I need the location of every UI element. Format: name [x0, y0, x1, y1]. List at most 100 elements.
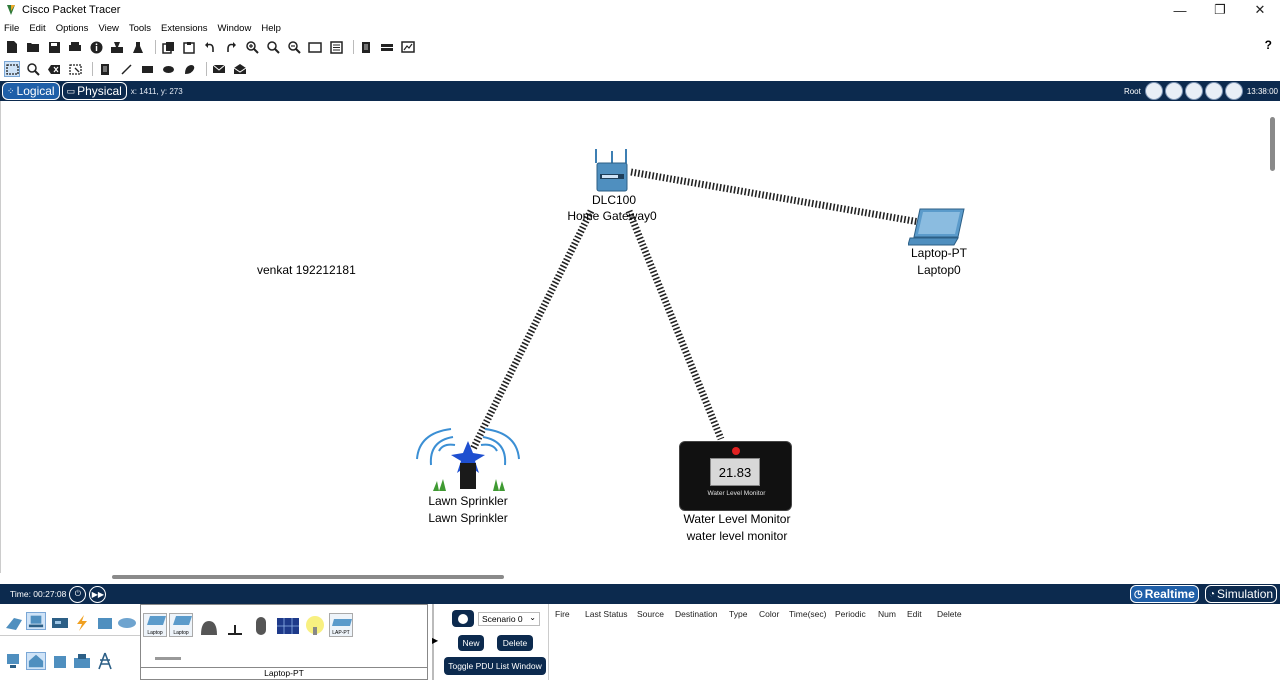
tab-simulation[interactable]: ◔ Simulation	[1205, 585, 1278, 603]
new-file-icon[interactable]	[4, 39, 20, 55]
new-scenario-button[interactable]: New	[458, 635, 484, 651]
cluster-icon[interactable]	[1164, 82, 1183, 100]
inspect-icon[interactable]	[25, 61, 41, 77]
power-cycle-icon[interactable]: ⏻	[69, 585, 87, 603]
undo-icon[interactable]	[202, 39, 218, 55]
smart-city-icon[interactable]	[50, 652, 70, 670]
zoom-in-icon[interactable]	[244, 39, 260, 55]
activity-wizard-icon[interactable]	[109, 39, 125, 55]
scenario-select[interactable]: Scenario 0 ⌄	[478, 612, 540, 626]
home-subcategory-icon[interactable]	[26, 652, 46, 670]
column-edit[interactable]: Edit	[907, 609, 922, 619]
column-color[interactable]: Color	[759, 609, 779, 619]
solar-panel-icon[interactable]	[276, 617, 300, 635]
menu-view[interactable]: View	[98, 23, 118, 34]
column-periodic[interactable]: Periodic	[835, 609, 866, 619]
laptop-device-thumb-2[interactable]: Laptop	[169, 613, 193, 637]
info-icon[interactable]	[88, 39, 104, 55]
back-icon[interactable]	[1144, 82, 1163, 100]
minimize-button[interactable]: —	[1160, 0, 1200, 20]
screenshot-icon[interactable]	[400, 39, 416, 55]
simple-pdu-icon[interactable]	[211, 61, 227, 77]
sensor-icon[interactable]	[225, 621, 245, 637]
home-gateway-icon[interactable]	[591, 147, 633, 193]
menu-edit[interactable]: Edit	[29, 23, 45, 34]
tab-logical[interactable]: ⁘ Logical	[2, 82, 60, 100]
menu-window[interactable]: Window	[218, 23, 252, 34]
laptop-icon[interactable]	[908, 207, 966, 247]
column-time[interactable]: Time(sec)	[789, 609, 826, 619]
connections-icon[interactable]	[72, 614, 92, 632]
drawing-palette-icon[interactable]	[307, 39, 323, 55]
close-button[interactable]: ✕	[1240, 0, 1280, 20]
horizontal-scrollbar[interactable]	[0, 573, 1280, 583]
menu-extensions[interactable]: Extensions	[161, 23, 207, 34]
copy-icon[interactable]	[160, 39, 176, 55]
device-list-scrollbar[interactable]	[155, 657, 181, 660]
column-delete[interactable]: Delete	[937, 609, 962, 619]
power-grid-icon[interactable]	[95, 652, 115, 670]
column-num[interactable]: Num	[878, 609, 896, 619]
info-badge-icon[interactable]	[452, 610, 474, 627]
redo-icon[interactable]	[223, 39, 239, 55]
misc-icon[interactable]	[95, 614, 115, 632]
smart-speaker-icon[interactable]	[199, 617, 219, 637]
column-last-status[interactable]: Last Status	[585, 609, 628, 619]
expand-arrow-icon[interactable]: ▶	[432, 636, 438, 645]
zoom-out-icon[interactable]	[286, 39, 302, 55]
delete-icon[interactable]	[46, 61, 62, 77]
column-fire[interactable]: Fire	[555, 609, 570, 619]
menu-help[interactable]: Help	[261, 23, 281, 34]
document-icon[interactable]	[358, 39, 374, 55]
print-icon[interactable]	[67, 39, 83, 55]
workspace-note[interactable]: venkat 192212181	[257, 263, 356, 277]
background-image-icon[interactable]	[1204, 82, 1223, 100]
network-device-icon[interactable]	[379, 39, 395, 55]
tab-realtime[interactable]: ◷ Realtime	[1130, 585, 1199, 603]
horizontal-scroll-thumb[interactable]	[112, 575, 504, 579]
ellipse-icon[interactable]	[160, 61, 176, 77]
multiuser-icon[interactable]	[117, 614, 137, 632]
vertical-scroll-thumb[interactable]	[1270, 117, 1275, 171]
zoom-reset-icon[interactable]	[265, 39, 281, 55]
note-icon[interactable]	[97, 61, 113, 77]
light-bulb-icon[interactable]	[304, 615, 326, 637]
components-icon[interactable]	[50, 614, 70, 632]
column-destination[interactable]: Destination	[675, 609, 718, 619]
menu-tools[interactable]: Tools	[129, 23, 151, 34]
restore-button[interactable]: ❐	[1200, 0, 1240, 20]
rectangle-icon[interactable]	[139, 61, 155, 77]
paste-icon[interactable]	[181, 39, 197, 55]
move-object-icon[interactable]	[1184, 82, 1203, 100]
pc-subcategory-icon[interactable]	[4, 652, 24, 670]
flask-icon[interactable]	[130, 39, 146, 55]
column-source[interactable]: Source	[637, 609, 664, 619]
select-icon[interactable]	[4, 61, 20, 77]
lawn-sprinkler-icon[interactable]	[413, 419, 523, 495]
network-devices-icon[interactable]	[4, 614, 24, 632]
cylinder-device-icon[interactable]	[253, 615, 269, 637]
menu-options[interactable]: Options	[56, 23, 89, 34]
freeform-icon[interactable]	[181, 61, 197, 77]
column-type[interactable]: Type	[729, 609, 747, 619]
toggle-pdu-list-button[interactable]: Toggle PDU List Window	[444, 657, 546, 675]
open-folder-icon[interactable]	[25, 39, 41, 55]
water-level-monitor-device[interactable]: 21.83 Water Level Monitor	[679, 441, 792, 511]
logical-workspace[interactable]: DLC100 Home Gateway0 Laptop-PT Laptop0 v…	[0, 101, 1268, 573]
custom-devices-icon[interactable]	[328, 39, 344, 55]
end-devices-icon[interactable]	[26, 612, 46, 630]
save-icon[interactable]	[46, 39, 62, 55]
viewport-icon[interactable]	[1224, 82, 1243, 100]
fast-forward-icon[interactable]: ▶▶	[89, 585, 107, 603]
help-button[interactable]: ?	[1265, 38, 1272, 52]
laptop-device-thumb[interactable]: Laptop	[143, 613, 167, 637]
resize-icon[interactable]	[67, 61, 83, 77]
line-icon[interactable]	[118, 61, 134, 77]
menu-file[interactable]: File	[4, 23, 19, 34]
vertical-scrollbar[interactable]	[1268, 101, 1280, 573]
complex-pdu-icon[interactable]	[232, 61, 248, 77]
lap-pt-device-thumb[interactable]: LAP-PT	[329, 613, 353, 637]
industrial-icon[interactable]	[72, 652, 92, 670]
tab-physical[interactable]: ▭ Physical	[61, 82, 127, 100]
delete-scenario-button[interactable]: Delete	[497, 635, 533, 651]
